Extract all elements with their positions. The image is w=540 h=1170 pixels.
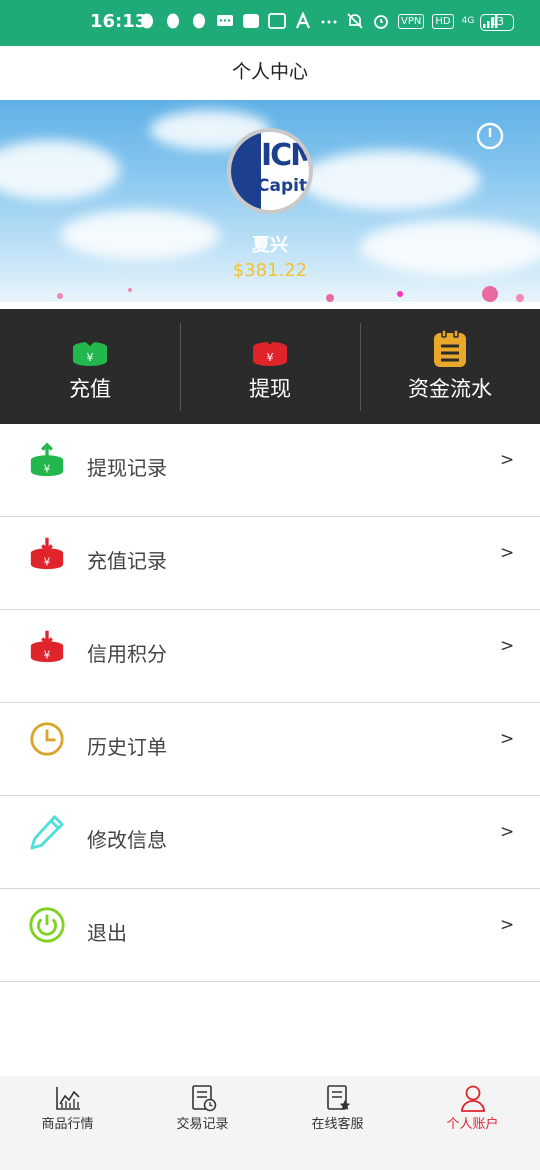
menu-item-credit-score[interactable]: ¥ 信用积分 > xyxy=(0,610,540,703)
menu-item-deposit-record[interactable]: ¥ 充值记录 > xyxy=(0,517,540,610)
withdraw-icon: ¥ xyxy=(253,329,287,366)
cloud xyxy=(0,140,120,200)
more-icon xyxy=(321,20,337,24)
menu-item-withdraw-record[interactable]: ¥ 提现记录 > xyxy=(0,424,540,517)
profile-banner: ICM Capita 夏兴 $381.22 xyxy=(0,100,540,302)
withdraw-record-icon: ¥ xyxy=(30,442,64,477)
withdraw-button[interactable]: ¥ 提现 xyxy=(180,309,360,424)
menu-label: 提现记录 xyxy=(87,456,167,480)
chevron-right-icon: > xyxy=(500,543,515,563)
avatar-logo-subtext: Capita xyxy=(257,176,313,196)
nav-label: 个人账户 xyxy=(446,1117,499,1132)
username: 夏兴 xyxy=(252,235,288,256)
menu-label: 修改信息 xyxy=(87,828,167,852)
withdraw-label: 提现 xyxy=(249,377,291,401)
nav-trade-records[interactable]: 交易记录 xyxy=(135,1076,270,1170)
cloud xyxy=(300,150,480,210)
credit-score-icon: ¥ xyxy=(30,630,64,663)
menu-label: 充值记录 xyxy=(87,549,167,573)
avatar[interactable]: ICM Capita xyxy=(227,128,313,214)
logout-power-icon[interactable] xyxy=(474,120,506,152)
menu-label: 历史订单 xyxy=(87,735,167,759)
nav-market[interactable]: 商品行情 xyxy=(0,1076,135,1170)
qq-notification-icon xyxy=(167,13,179,29)
status-icons: VPN HD 4G xyxy=(138,12,500,30)
qq-notification-icon xyxy=(141,13,153,29)
pencil-icon xyxy=(30,815,64,850)
bottom-navigation: 商品行情 交易记录 在线客服 个人账户 xyxy=(0,1076,540,1170)
mute-icon xyxy=(347,13,363,29)
news-icon xyxy=(268,13,286,29)
document-star-icon xyxy=(326,1085,350,1110)
page-title: 个人中心 xyxy=(231,61,308,83)
svg-text:¥: ¥ xyxy=(44,556,51,568)
flowers-decoration xyxy=(57,286,524,302)
vpn-indicator: VPN xyxy=(398,13,425,29)
svg-text:¥: ¥ xyxy=(87,351,94,364)
chevron-right-icon: > xyxy=(500,450,515,470)
network-type: 4G xyxy=(461,15,475,26)
deposit-button[interactable]: ¥ 充值 xyxy=(0,309,180,424)
nav-label: 交易记录 xyxy=(176,1117,229,1132)
menu-label: 信用积分 xyxy=(87,642,167,666)
chevron-right-icon: > xyxy=(500,636,515,656)
chevron-right-icon: > xyxy=(500,822,515,842)
alarm-icon xyxy=(374,15,388,29)
power-icon xyxy=(29,907,65,943)
font-icon xyxy=(295,12,311,29)
user-icon xyxy=(460,1085,485,1112)
deposit-label: 充值 xyxy=(69,377,111,401)
menu-list: ¥ 提现记录 > ¥ 充值记录 > ¥ 信用积分 > 历史订单 > 修改信息 >… xyxy=(0,424,540,982)
nav-customer-service[interactable]: 在线客服 xyxy=(270,1076,405,1170)
avatar-logo-text: ICM xyxy=(261,138,313,173)
status-bar: 16:13 VPN HD 4G 13 xyxy=(0,0,540,46)
chevron-right-icon: > xyxy=(500,729,515,749)
menu-item-edit-info[interactable]: 修改信息 > xyxy=(0,796,540,889)
svg-text:¥: ¥ xyxy=(44,463,51,475)
clipboard-icon xyxy=(434,329,466,367)
nav-personal-account[interactable]: 个人账户 xyxy=(405,1076,540,1170)
chart-icon xyxy=(55,1087,80,1110)
svg-text:¥: ¥ xyxy=(267,351,274,364)
clock-icon xyxy=(30,722,64,756)
title-bar: 个人中心 xyxy=(0,46,540,100)
avatar-logo-bar xyxy=(231,132,261,210)
fund-flow-button[interactable]: 资金流水 xyxy=(360,309,540,424)
deposit-icon: ¥ xyxy=(73,332,107,366)
svg-text:¥: ¥ xyxy=(44,649,51,661)
hd-indicator: HD xyxy=(432,13,454,29)
battery-level: 13 xyxy=(490,15,504,28)
menu-item-history-orders[interactable]: 历史订单 > xyxy=(0,703,540,796)
document-clock-icon xyxy=(191,1085,216,1112)
menu-label: 退出 xyxy=(87,921,127,945)
quick-actions: ¥ 充值 ¥ 提现 资金流水 xyxy=(0,309,540,424)
message-icon xyxy=(217,15,233,26)
account-balance: $381.22 xyxy=(232,260,308,281)
nav-label: 在线客服 xyxy=(311,1117,364,1132)
battery-indicator: 13 xyxy=(480,14,514,31)
menu-item-logout[interactable]: 退出 > xyxy=(0,889,540,982)
deposit-record-icon: ¥ xyxy=(30,537,64,570)
nav-label: 商品行情 xyxy=(41,1117,94,1132)
app-notification-icon xyxy=(243,14,259,28)
chevron-right-icon: > xyxy=(500,915,515,935)
qq-notification-icon xyxy=(193,13,205,29)
fund-flow-label: 资金流水 xyxy=(408,377,492,401)
